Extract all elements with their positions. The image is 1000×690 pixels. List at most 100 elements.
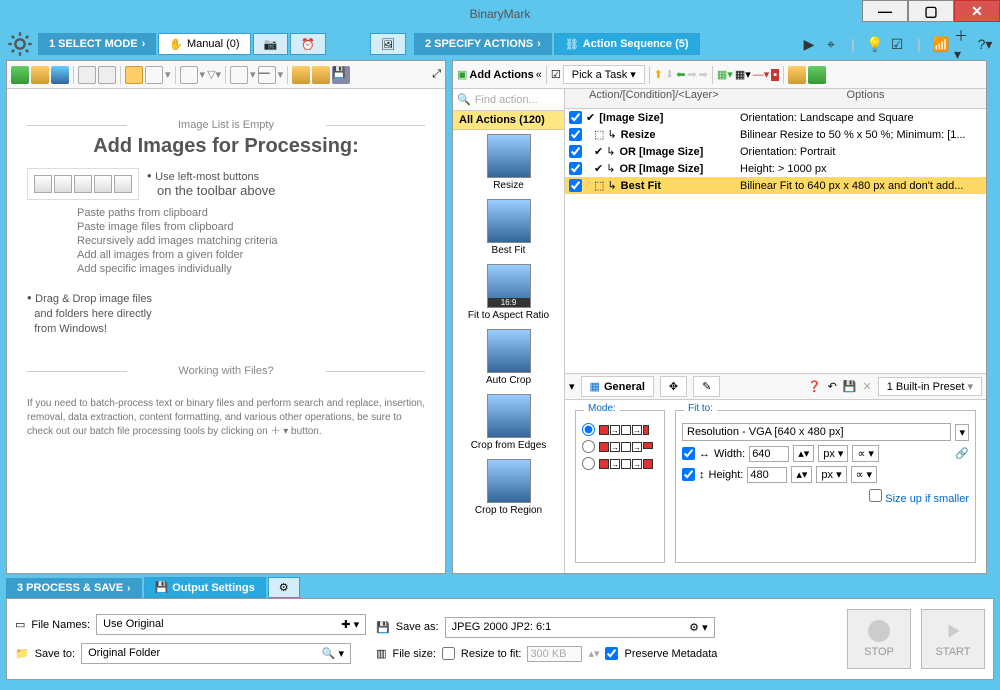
search-icon: 🔍 — [457, 93, 471, 106]
save-seq-button[interactable] — [808, 66, 826, 84]
open-seq-button[interactable] — [788, 66, 806, 84]
open-button[interactable] — [312, 66, 330, 84]
delete-preset-icon[interactable]: ✕ — [863, 380, 872, 393]
saveas-input[interactable]: JPEG 2000 JP2: 6:1⚙ ▾ — [445, 617, 715, 638]
action-row[interactable]: ✔ ↳ OR [Image Size]Height: > 1000 px — [565, 160, 986, 177]
step-2-specify-actions[interactable]: 2 SPECIFY ACTIONS› — [414, 33, 552, 55]
help-icon[interactable]: ?▾ — [976, 35, 994, 53]
maximize-button[interactable]: ▢ — [908, 0, 954, 22]
arrow-left-icon[interactable]: ⬅ — [676, 68, 685, 81]
action-row[interactable]: ✔ [Image Size]Orientation: Landscape and… — [565, 109, 986, 126]
delete-button[interactable]: — — [258, 66, 276, 84]
settings-gear-icon[interactable] — [6, 30, 34, 58]
props-expand-icon[interactable]: ▾ — [569, 380, 575, 393]
expand-icon[interactable]: ⤢ — [432, 68, 441, 81]
screen-icon[interactable]: ▶ — [800, 35, 818, 53]
tab-clock[interactable]: ⏰ — [290, 33, 326, 55]
tab-image-small[interactable]: 🖼 — [370, 33, 406, 55]
height-input[interactable] — [747, 467, 787, 483]
arrow-up-icon[interactable]: ⬆ — [654, 68, 663, 81]
save-preset-icon[interactable]: 💾 — [843, 380, 857, 393]
add-actions-button[interactable]: Add Actions — [469, 69, 533, 81]
action-row[interactable]: ✔ ↳ OR [Image Size]Orientation: Portrait — [565, 143, 986, 160]
copy-action-icon[interactable]: ▦▾ — [735, 68, 751, 81]
width-link-icon[interactable]: ∝ ▾ — [852, 445, 878, 462]
minimize-button[interactable]: — — [862, 0, 908, 22]
height-link-icon[interactable]: ∝ ▾ — [851, 466, 877, 483]
action-row[interactable]: ⬚ ↳ Best FitBilinear Fit to 640 px x 480… — [565, 177, 986, 194]
width-checkbox[interactable] — [682, 447, 695, 460]
height-checkbox[interactable] — [682, 468, 695, 481]
plus-icon[interactable]: ＋▾ — [954, 35, 972, 53]
palette-item[interactable]: Best Fit — [453, 195, 564, 260]
view-grid-button[interactable] — [125, 66, 143, 84]
remove-action-icon[interactable]: —▾ — [753, 68, 770, 81]
tab-output-settings[interactable]: 💾Output Settings — [144, 577, 266, 598]
resize-to-fit-checkbox[interactable] — [442, 647, 455, 660]
step-1-select-mode[interactable]: 1 SELECT MODE› — [38, 33, 156, 55]
mode-radio-3[interactable] — [582, 457, 595, 470]
sizeup-checkbox[interactable] — [869, 489, 882, 502]
undo-icon[interactable]: ↶ — [828, 380, 837, 393]
lock-aspect-icon[interactable]: 🔗 — [955, 447, 969, 460]
pick-task-dropdown[interactable]: Pick a Task ▾ — [563, 65, 645, 84]
view-dropdown[interactable]: ▾ — [165, 68, 171, 81]
add-folder-button[interactable] — [31, 66, 49, 84]
bulb-icon[interactable]: 💡 — [866, 35, 884, 53]
mode-radio-2[interactable] — [582, 440, 595, 453]
add-image-button[interactable] — [11, 66, 29, 84]
preset-dropdown[interactable]: 1 Built-in Preset ▾ — [878, 377, 982, 396]
checklist-icon[interactable]: ☑ — [888, 35, 906, 53]
mode-radio-1[interactable] — [582, 423, 595, 436]
topbar: 1 SELECT MODE› ✋Manual (0) 📷 ⏰ 🖼 2 SPECI… — [0, 28, 1000, 60]
collapse-icon[interactable]: « — [536, 69, 542, 81]
view-list-button[interactable] — [145, 66, 163, 84]
right-toolbar: ▣ Add Actions « ☑ Pick a Task ▾ ⬆ ⬇ ⬅ ➡ … — [453, 61, 986, 89]
tab-brush[interactable]: ✎ — [693, 376, 720, 397]
wifi-icon[interactable]: 📶 — [932, 35, 950, 53]
close-button[interactable]: ✕ — [954, 0, 1000, 22]
tab-action-sequence[interactable]: ⛓Action Sequence (5) — [554, 33, 700, 55]
target-icon[interactable]: ⌖ — [822, 35, 840, 53]
save-button[interactable]: 💾 — [332, 66, 350, 84]
select-all-button[interactable] — [230, 66, 248, 84]
toggle-action-icon[interactable]: ▪ — [771, 69, 779, 81]
saveto-input[interactable]: Original Folder🔍 ▾ — [81, 643, 351, 664]
action-row[interactable]: ⬚ ↳ ResizeBilinear Resize to 50 % x 50 %… — [565, 126, 986, 143]
tab-general[interactable]: ▦General — [581, 376, 654, 397]
stop-button[interactable]: STOP — [847, 609, 911, 669]
tab-camera[interactable]: 📷 — [253, 33, 289, 55]
checklist-icon: ☑ — [551, 68, 561, 81]
height-unit[interactable]: px ▾ — [816, 466, 846, 483]
paste-files-button[interactable] — [78, 66, 96, 84]
add-action-icon[interactable]: ▦▾ — [717, 68, 733, 81]
step-3-process-save[interactable]: 3 PROCESS & SAVE › — [6, 578, 142, 598]
all-actions-header[interactable]: All Actions (120) — [453, 111, 564, 130]
arrow-down-icon[interactable]: ⬇ — [665, 68, 674, 81]
resolution-select[interactable]: Resolution - VGA [640 x 480 px] — [682, 423, 951, 441]
preserve-metadata-checkbox[interactable] — [605, 647, 618, 660]
palette-item[interactable]: Crop to Region — [453, 455, 564, 520]
remove-button[interactable] — [180, 66, 198, 84]
palette-item[interactable]: 16:9Fit to Aspect Ratio — [453, 260, 564, 325]
help-icon[interactable]: ❓ — [808, 380, 822, 393]
tab-manual[interactable]: ✋Manual (0) — [158, 33, 250, 55]
add-recursive-button[interactable] — [51, 66, 69, 84]
width-unit[interactable]: px ▾ — [818, 445, 848, 462]
tab-output-gear[interactable]: ⚙ — [268, 577, 300, 598]
width-spinner[interactable]: ▴▾ — [793, 445, 814, 462]
open-folder-button[interactable] — [292, 66, 310, 84]
arrow-right2-icon[interactable]: ➡ — [699, 68, 708, 81]
filenames-input[interactable]: Use Original✚ ▾ — [96, 614, 366, 635]
paste-paths-button[interactable] — [98, 66, 116, 84]
width-input[interactable] — [749, 446, 789, 462]
start-button[interactable]: START — [921, 609, 985, 669]
arrow-right-icon[interactable]: ➡ — [687, 68, 696, 81]
filter-icon[interactable]: ▽▾ — [207, 68, 221, 81]
palette-item[interactable]: Crop from Edges — [453, 390, 564, 455]
search-input[interactable]: 🔍 Find action... — [453, 89, 564, 111]
palette-item[interactable]: Resize — [453, 130, 564, 195]
height-spinner[interactable]: ▴▾ — [791, 466, 812, 483]
palette-item[interactable]: Auto Crop — [453, 325, 564, 390]
tab-move[interactable]: ✥ — [660, 376, 687, 397]
